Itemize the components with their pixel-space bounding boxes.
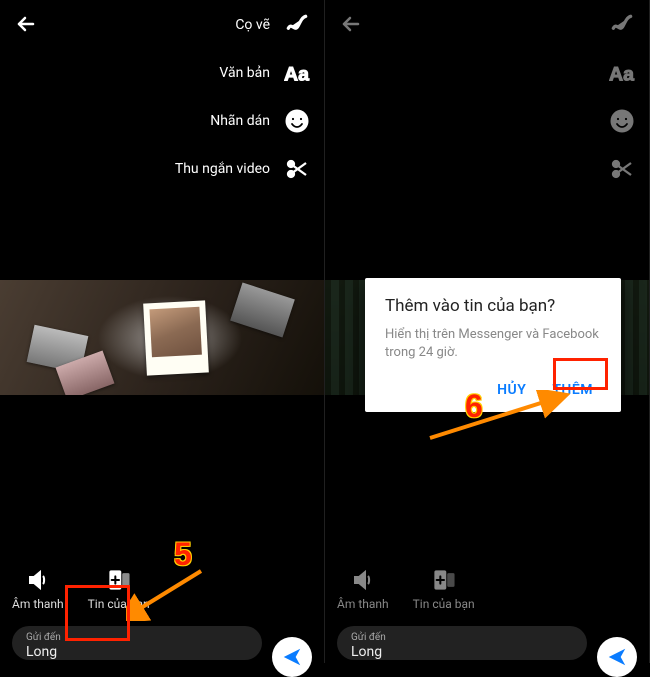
- send-value: Long: [26, 644, 248, 660]
- text-icon: Aa: [609, 60, 635, 86]
- tool-sticker-label: Nhãn dán: [210, 113, 270, 129]
- tool-list: Aa: [609, 12, 635, 182]
- bottom-bar: Âm thanh Tin của bạn Gửi đến Long: [325, 567, 649, 663]
- send-to-input[interactable]: Gửi đến Long: [12, 626, 262, 660]
- dialog-body: Hiển thị trên Messenger và Facebook tron…: [385, 326, 601, 362]
- brush-icon: [284, 12, 310, 38]
- sound-toggle[interactable]: Âm thanh: [337, 567, 389, 611]
- topbar: Cọ vẽ Văn bản Aa Nhãn dán Thu ngắn video: [0, 0, 324, 194]
- send-value: Long: [351, 644, 573, 660]
- story-label: Tin của bạn: [88, 597, 150, 611]
- dialog-confirm-button[interactable]: THÊM: [544, 376, 601, 404]
- text-icon: Aa: [284, 60, 310, 86]
- speaker-icon: [349, 567, 377, 593]
- scissors-icon: [284, 156, 310, 182]
- tool-trim[interactable]: [609, 156, 635, 182]
- svg-text:Aa: Aa: [609, 64, 634, 86]
- dialog-actions: HỦY THÊM: [385, 376, 601, 404]
- smile-icon: [284, 108, 310, 134]
- tool-text-label: Văn bản: [219, 65, 270, 81]
- dialog-title: Thêm vào tin của bạn?: [385, 296, 601, 316]
- add-story-icon: [105, 567, 133, 593]
- tool-brush[interactable]: [609, 12, 635, 38]
- tool-text[interactable]: Văn bản Aa: [219, 60, 310, 86]
- send-to-input[interactable]: Gửi đến Long: [337, 626, 587, 660]
- bottom-bar: Âm thanh Tin của bạn Gửi đến Long: [0, 567, 324, 663]
- tool-text[interactable]: Aa: [609, 60, 635, 86]
- your-story-button[interactable]: Tin của bạn: [413, 567, 475, 611]
- tool-brush-label: Cọ vẽ: [235, 17, 270, 33]
- brush-icon: [609, 12, 635, 38]
- tool-brush[interactable]: Cọ vẽ: [235, 12, 310, 38]
- send-button[interactable]: [272, 637, 312, 677]
- topbar: Aa: [325, 0, 649, 194]
- story-label: Tin của bạn: [413, 597, 475, 611]
- tool-list: Cọ vẽ Văn bản Aa Nhãn dán Thu ngắn video: [175, 12, 310, 182]
- send-button[interactable]: [597, 637, 637, 677]
- add-story-icon: [430, 567, 458, 593]
- add-to-story-dialog: Thêm vào tin của bạn? Hiển thị trên Mess…: [365, 278, 621, 412]
- tool-trim-label: Thu ngắn video: [175, 161, 270, 177]
- speaker-icon: [24, 567, 52, 593]
- back-button[interactable]: [339, 12, 363, 36]
- screen-step6: Aa Thêm vào tin của bạn? Hiển thị trên M…: [325, 0, 650, 663]
- back-button[interactable]: [14, 12, 38, 36]
- sound-toggle[interactable]: Âm thanh: [12, 567, 64, 611]
- dialog-cancel-button[interactable]: HỦY: [489, 376, 534, 404]
- sound-label: Âm thanh: [337, 597, 389, 611]
- screen-step5: Cọ vẽ Văn bản Aa Nhãn dán Thu ngắn video: [0, 0, 325, 663]
- tool-trim[interactable]: Thu ngắn video: [175, 156, 310, 182]
- smile-icon: [609, 108, 635, 134]
- send-hint: Gửi đến: [351, 632, 573, 643]
- sound-label: Âm thanh: [12, 597, 64, 611]
- tool-sticker[interactable]: [609, 108, 635, 134]
- tool-sticker[interactable]: Nhãn dán: [210, 108, 310, 134]
- scissors-icon: [609, 156, 635, 182]
- video-preview[interactable]: [0, 280, 324, 395]
- svg-text:Aa: Aa: [284, 64, 309, 86]
- send-hint: Gửi đến: [26, 632, 248, 643]
- your-story-button[interactable]: Tin của bạn: [88, 567, 150, 611]
